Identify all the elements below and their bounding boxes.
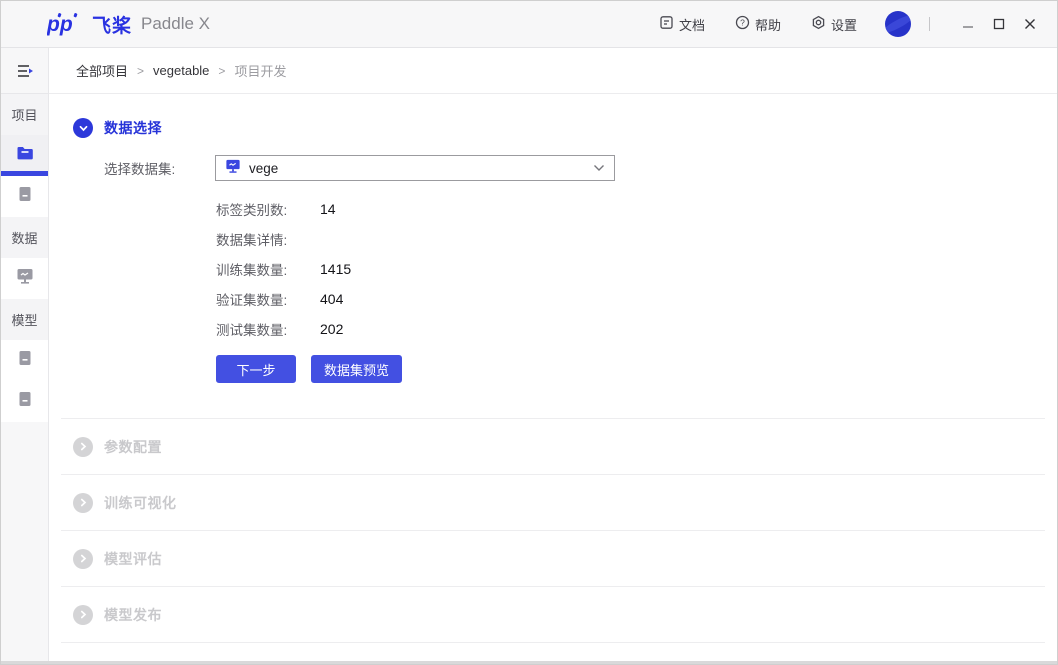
close-button[interactable] (1021, 15, 1039, 33)
dataset-stats: 标签类别数: 14 数据集详情: 训练集数量: 1415 验证集数量: (216, 194, 1057, 344)
chevron-down-icon (593, 164, 605, 172)
svg-text:pp: pp (47, 13, 73, 36)
breadcrumb-separator: > (137, 64, 144, 78)
help-label: 帮助 (755, 15, 781, 34)
stat-label: 数据集详情: (216, 229, 320, 249)
stat-value: 404 (320, 291, 343, 307)
settings-label: 设置 (831, 15, 857, 34)
breadcrumb-separator: > (218, 64, 225, 78)
chevron-right-circle-icon (73, 493, 93, 513)
paddle-pp-logo-icon: pp (47, 12, 85, 36)
top-nav: 文档 ? 帮助 设置 (629, 11, 1039, 37)
app-window: pp 飞桨 Paddle X 文档 (0, 0, 1058, 665)
titlebar-divider (929, 17, 930, 31)
section-train-visual-header[interactable]: 训练可视化 (61, 474, 1045, 530)
breadcrumb: 全部项目 > vegetable > 项目开发 (49, 48, 1057, 94)
section-title: 模型发布 (104, 605, 162, 625)
section-param-config-header[interactable]: 参数配置 (61, 418, 1045, 474)
sidebar-item-project-doc[interactable] (1, 176, 48, 217)
folder-icon (16, 145, 34, 166)
stat-label: 测试集数量: (216, 319, 320, 339)
window-bottom-edge (1, 661, 1057, 664)
section-title: 参数配置 (104, 437, 162, 457)
section-model-eval-header[interactable]: 模型评估 (61, 530, 1045, 586)
document-icon (18, 350, 32, 371)
sidebar-group-data: 数据 (1, 217, 48, 258)
stat-row: 数据集详情: (216, 224, 1057, 254)
next-step-button[interactable]: 下一步 (216, 355, 296, 383)
stat-row: 测试集数量: 202 (216, 314, 1057, 344)
sidebar-item-model-doc-1[interactable] (1, 340, 48, 381)
stat-row: 验证集数量: 404 (216, 284, 1057, 314)
sidebar-toggle-button[interactable] (1, 48, 48, 94)
document-icon (659, 15, 674, 33)
stat-label: 训练集数量: (216, 259, 320, 279)
stat-label: 验证集数量: (216, 289, 320, 309)
settings-button[interactable]: 设置 (811, 15, 857, 34)
stat-label: 标签类别数: (216, 199, 320, 219)
docs-button[interactable]: 文档 (659, 15, 705, 34)
chevron-right-circle-icon (73, 549, 93, 569)
sidebar-item-model-doc-2[interactable] (1, 381, 48, 422)
chevron-right-circle-icon (73, 605, 93, 625)
minimize-button[interactable] (959, 15, 977, 33)
dataset-select[interactable]: vege (215, 155, 615, 181)
brand: pp 飞桨 Paddle X (47, 11, 210, 38)
brand-name-cn: 飞桨 (92, 11, 132, 38)
monitor-chart-icon (16, 268, 34, 290)
breadcrumb-all-projects[interactable]: 全部项目 (76, 61, 128, 80)
section-divider (61, 642, 1045, 643)
breadcrumb-project-name[interactable]: vegetable (153, 63, 209, 78)
workflow-content: 数据选择 选择数据集: (49, 94, 1057, 643)
stat-row: 标签类别数: 14 (216, 194, 1057, 224)
question-circle-icon: ? (735, 15, 750, 33)
section-title: 训练可视化 (104, 493, 177, 513)
chevron-right-circle-icon (73, 437, 93, 457)
section-data-select: 数据选择 选择数据集: (49, 94, 1057, 418)
stat-value: 1415 (320, 261, 351, 277)
svg-text:?: ? (740, 18, 745, 28)
dataset-select-row: 选择数据集: vege (104, 155, 1057, 181)
chevron-down-circle-icon[interactable] (73, 118, 93, 138)
dataset-select-value: vege (249, 161, 278, 176)
sidebar-item-project-develop[interactable] (1, 135, 48, 176)
help-button[interactable]: ? 帮助 (735, 15, 781, 34)
sidebar-item-dataset[interactable] (1, 258, 48, 299)
main-panel: 全部项目 > vegetable > 项目开发 数据选择 选择数据集: (49, 48, 1057, 665)
breadcrumb-current-page: 项目开发 (234, 61, 286, 80)
sidebar-group-project: 项目 (1, 94, 48, 135)
docs-label: 文档 (679, 15, 705, 34)
dataset-select-label: 选择数据集: (104, 158, 215, 178)
section-data-select-header[interactable]: 数据选择 (49, 94, 1057, 138)
title-bar: pp 飞桨 Paddle X 文档 (1, 1, 1057, 48)
maximize-button[interactable] (990, 15, 1008, 33)
dataset-preview-button[interactable]: 数据集预览 (311, 355, 402, 383)
gear-icon (811, 15, 826, 33)
section-title: 模型评估 (104, 549, 162, 569)
brand-name-en: Paddle X (141, 14, 210, 34)
action-buttons: 下一步 数据集预览 (216, 355, 1057, 418)
stat-value: 202 (320, 321, 343, 337)
stat-value: 14 (320, 201, 336, 217)
dataset-monitor-icon (225, 159, 241, 177)
sidebar-group-model: 模型 (1, 299, 48, 340)
section-model-publish-header[interactable]: 模型发布 (61, 586, 1045, 642)
avatar[interactable] (885, 11, 911, 37)
document-icon (18, 186, 32, 207)
document-icon (18, 391, 32, 412)
sidebar: 项目 数据 (1, 48, 49, 665)
stat-row: 训练集数量: 1415 (216, 254, 1057, 284)
section-title: 数据选择 (104, 118, 162, 138)
